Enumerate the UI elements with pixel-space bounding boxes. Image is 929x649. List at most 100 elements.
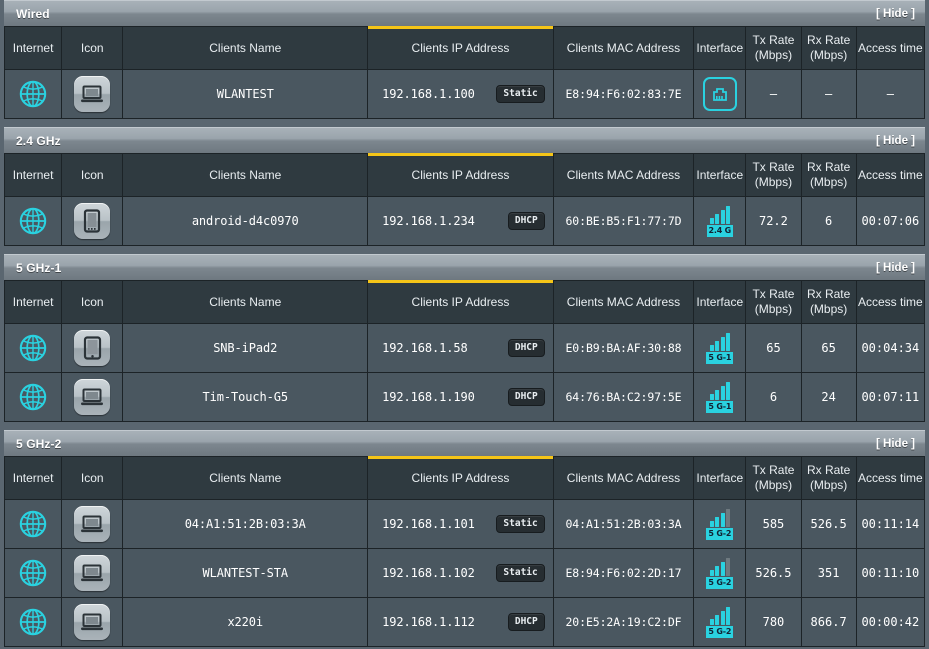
column-header-access-time[interactable]: Access time (855, 26, 926, 70)
hide-button[interactable]: [ Hide ] (876, 8, 915, 20)
globe-icon[interactable] (5, 373, 61, 421)
band-tag: 2.4 G (706, 224, 734, 237)
table-header-row: Internet Icon Clients Name Clients IP Addre… (3, 456, 926, 500)
tx-rate-line1: Tx Rate (752, 463, 795, 477)
column-header-internet[interactable]: Internet (3, 26, 63, 70)
globe-icon[interactable] (5, 70, 61, 118)
column-header-clients-name[interactable]: Clients Name (122, 280, 369, 324)
ip-type-badge: DHCP (507, 339, 545, 357)
column-header-tx-rate[interactable]: Tx Rate (Mbps) (745, 280, 802, 324)
table-header-row: Internet Icon Clients Name Clients IP Addre… (3, 153, 926, 197)
table-row[interactable]: x220i 192.168.1.112 DHCP 20:E5:2A:19:C2:DF 5… (3, 597, 926, 647)
table-header-row: Internet Icon Clients Name Clients IP Addre… (3, 26, 926, 70)
table-row[interactable]: WLANTEST 192.168.1.100 Static E8:94:F6:02:8… (3, 69, 926, 119)
cell-clients-name: android-d4c0970 (122, 196, 369, 246)
column-header-interface[interactable]: Interface (693, 153, 747, 197)
table-row[interactable]: SNB-iPad2 192.168.1.58 DHCP E0:B9:BA:AF:30:… (3, 323, 926, 373)
cell-tx-rate: – (745, 69, 802, 119)
client-section: 5 GHz-1[ Hide ] Internet Icon Clients Name C… (0, 246, 929, 422)
ip-type-badge: DHCP (507, 388, 545, 406)
tx-rate-line2: (Mbps) (754, 48, 793, 62)
rx-rate-line2: (Mbps) (809, 302, 848, 316)
cell-device-icon (61, 499, 124, 549)
clients-table: Internet Icon Clients Name Clients IP Addre… (3, 456, 926, 647)
cell-interface: 5 G-2 (693, 548, 747, 598)
wifi-signal-icon: 5 G-2 (694, 598, 745, 646)
band-tag: 5 G-1 (706, 351, 734, 364)
client-section: 2.4 GHz[ Hide ] Internet Icon Clients Name C… (0, 119, 929, 246)
column-header-clients-name[interactable]: Clients Name (122, 153, 369, 197)
cell-access-time: – (855, 69, 926, 119)
section-title: 2.4 GHz (16, 133, 61, 148)
section-title: Wired (16, 6, 50, 21)
cell-rx-rate: 526.5 (800, 499, 857, 549)
cell-interface: 5 G-2 (693, 499, 747, 549)
cell-internet (3, 196, 63, 246)
column-header-interface[interactable]: Interface (693, 280, 747, 324)
globe-icon[interactable] (5, 324, 61, 372)
column-header-clients-mac-address[interactable]: Clients MAC Address (552, 280, 695, 324)
column-header-tx-rate[interactable]: Tx Rate (Mbps) (745, 26, 802, 70)
signal-bars (709, 205, 731, 224)
column-header-clients-ip-address[interactable]: Clients IP Address (367, 153, 554, 197)
wifi-signal-icon: 5 G-2 (694, 500, 745, 548)
rx-rate-line2: (Mbps) (809, 175, 848, 189)
column-header-clients-name[interactable]: Clients Name (122, 26, 369, 70)
table-row[interactable]: 04:A1:51:2B:03:3A 192.168.1.101 Static 04:A… (3, 499, 926, 549)
column-header-clients-name[interactable]: Clients Name (122, 456, 369, 500)
column-header-icon[interactable]: Icon (61, 280, 124, 324)
hide-button[interactable]: [ Hide ] (876, 262, 915, 274)
client-ip-text: 192.168.1.100 (382, 87, 475, 101)
tx-rate-line1: Tx Rate (752, 33, 795, 47)
tx-rate-line2: (Mbps) (754, 175, 793, 189)
cell-clients-mac: 64:76:BA:C2:97:5E (552, 372, 695, 422)
cell-internet (3, 372, 63, 422)
column-header-clients-ip-address[interactable]: Clients IP Address (367, 456, 554, 500)
column-header-internet[interactable]: Internet (3, 153, 63, 197)
cell-device-icon (61, 323, 124, 373)
section-header: Wired [ Hide ] (4, 0, 925, 26)
column-header-rx-rate[interactable]: Rx Rate (Mbps) (800, 456, 857, 500)
cell-rx-rate: 24 (800, 372, 857, 422)
ip-type-badge: Static (496, 515, 545, 533)
globe-icon[interactable] (5, 500, 61, 548)
hide-button[interactable]: [ Hide ] (876, 438, 915, 450)
column-header-clients-mac-address[interactable]: Clients MAC Address (552, 456, 695, 500)
column-header-rx-rate[interactable]: Rx Rate (Mbps) (800, 26, 857, 70)
table-row[interactable]: Tim-Touch-G5 192.168.1.190 DHCP 64:76:BA:C2… (3, 372, 926, 422)
table-row[interactable]: WLANTEST-STA 192.168.1.102 Static E8:94:F6:… (3, 548, 926, 598)
column-header-icon[interactable]: Icon (61, 456, 124, 500)
column-header-tx-rate[interactable]: Tx Rate (Mbps) (745, 153, 802, 197)
globe-icon[interactable] (5, 598, 61, 646)
column-header-access-time[interactable]: Access time (855, 153, 926, 197)
column-header-internet[interactable]: Internet (3, 456, 63, 500)
cell-clients-name: 04:A1:51:2B:03:3A (122, 499, 369, 549)
cell-rx-rate: 866.7 (800, 597, 857, 647)
hide-button[interactable]: [ Hide ] (876, 135, 915, 147)
column-header-icon[interactable]: Icon (61, 153, 124, 197)
cell-internet (3, 499, 63, 549)
column-header-tx-rate[interactable]: Tx Rate (Mbps) (745, 456, 802, 500)
globe-icon[interactable] (5, 549, 61, 597)
column-header-clients-mac-address[interactable]: Clients MAC Address (552, 26, 695, 70)
column-header-rx-rate[interactable]: Rx Rate (Mbps) (800, 153, 857, 197)
column-header-access-time[interactable]: Access time (855, 280, 926, 324)
rx-rate-line1: Rx Rate (806, 287, 851, 301)
client-ip-text: 192.168.1.234 (382, 214, 475, 228)
tx-rate-line1: Tx Rate (752, 287, 795, 301)
column-header-clients-mac-address[interactable]: Clients MAC Address (552, 153, 695, 197)
column-header-clients-ip-address[interactable]: Clients IP Address (367, 26, 554, 70)
column-header-icon[interactable]: Icon (61, 26, 124, 70)
rx-rate-line1: Rx Rate (806, 160, 851, 174)
cell-access-time: 00:04:34 (855, 323, 926, 373)
laptop-icon (62, 598, 122, 646)
column-header-interface[interactable]: Interface (693, 26, 747, 70)
column-header-interface[interactable]: Interface (693, 456, 747, 500)
column-header-rx-rate[interactable]: Rx Rate (Mbps) (800, 280, 857, 324)
column-header-internet[interactable]: Internet (3, 280, 63, 324)
globe-icon[interactable] (5, 197, 61, 245)
column-header-clients-ip-address[interactable]: Clients IP Address (367, 280, 554, 324)
column-header-access-time[interactable]: Access time (855, 456, 926, 500)
client-ip-text: 192.168.1.102 (382, 566, 475, 580)
table-row[interactable]: android-d4c0970 192.168.1.234 DHCP 60:BE:B5… (3, 196, 926, 246)
